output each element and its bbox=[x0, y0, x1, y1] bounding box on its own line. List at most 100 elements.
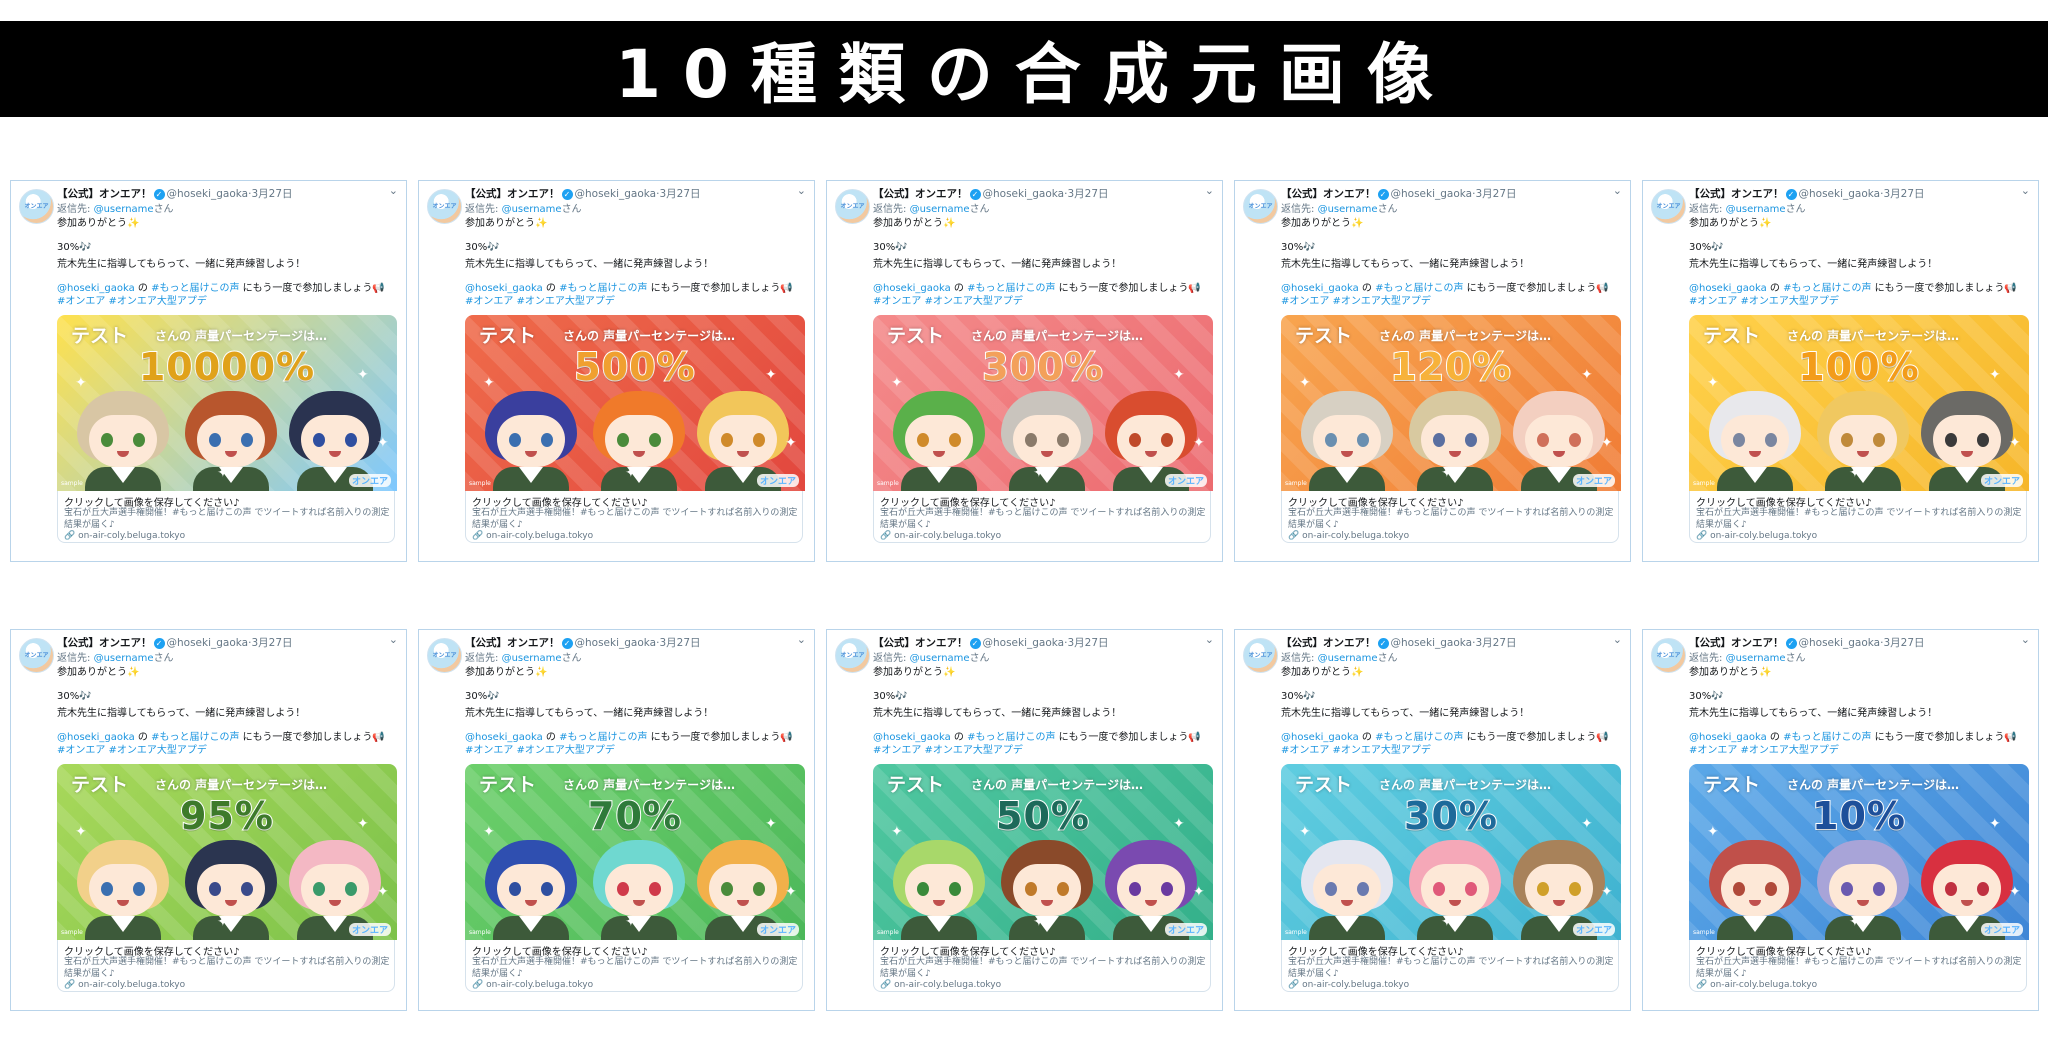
tweet-card[interactable]: オンエア 【公式】オンエア！ ✓ @hoseki_gaoka·3月27日 ⌄ 返信先: @… bbox=[10, 180, 407, 562]
chevron-down-icon[interactable]: ⌄ bbox=[1205, 184, 1214, 197]
account-avatar[interactable]: オンエア bbox=[19, 638, 54, 673]
result-image[interactable]: テスト さんの 声量パーセンテージは… 70% ✦ ✦ ✦ ✦ オンエア sample bbox=[465, 764, 805, 940]
link-card-url[interactable]: 🔗 on-air-coly.beluga.tokyo bbox=[1696, 980, 1817, 990]
link-card-url[interactable]: 🔗 on-air-coly.beluga.tokyo bbox=[64, 980, 185, 990]
handle[interactable]: @hoseki_gaoka bbox=[1799, 637, 1881, 649]
tweet-card[interactable]: オンエア 【公式】オンエア！ ✓ @hoseki_gaoka·3月27日 ⌄ 返信先: @… bbox=[418, 629, 815, 1011]
link-card-footer[interactable]: クリックして画像を保存してください♪ 宝石が丘大声選手権開催！#もっと届けこの声 … bbox=[57, 940, 395, 992]
link-card-footer[interactable]: クリックして画像を保存してください♪ 宝石が丘大声選手権開催！#もっと届けこの声 … bbox=[1689, 940, 2027, 992]
account-avatar[interactable]: オンエア bbox=[835, 189, 870, 224]
result-image[interactable]: テスト さんの 声量パーセンテージは… 300% ✦ ✦ ✦ ✦ オンエア sample bbox=[873, 315, 1213, 491]
tweet-date[interactable]: 3月27日 bbox=[659, 637, 700, 649]
account-avatar[interactable]: オンエア bbox=[1651, 189, 1686, 224]
tweet-card[interactable]: オンエア 【公式】オンエア！ ✓ @hoseki_gaoka·3月27日 ⌄ 返信先: @… bbox=[1234, 629, 1631, 1011]
display-name[interactable]: 【公式】オンエア！ bbox=[873, 637, 968, 649]
link-card-url[interactable]: 🔗 on-air-coly.beluga.tokyo bbox=[64, 531, 185, 541]
handle[interactable]: @hoseki_gaoka bbox=[575, 188, 657, 200]
link-card-footer[interactable]: クリックして画像を保存してください♪ 宝石が丘大声選手権開催！#もっと届けこの声 … bbox=[1281, 491, 1619, 543]
display-name[interactable]: 【公式】オンエア！ bbox=[873, 188, 968, 200]
tweet-card[interactable]: オンエア 【公式】オンエア！ ✓ @hoseki_gaoka·3月27日 ⌄ 返信先: @… bbox=[10, 629, 407, 1011]
chevron-down-icon[interactable]: ⌄ bbox=[389, 184, 398, 197]
link-card-footer[interactable]: クリックして画像を保存してください♪ 宝石が丘大声選手権開催！#もっと届けこの声 … bbox=[873, 940, 1211, 992]
link-card-url[interactable]: 🔗 on-air-coly.beluga.tokyo bbox=[1288, 980, 1409, 990]
tweet-date[interactable]: 3月27日 bbox=[1475, 188, 1516, 200]
handle[interactable]: @hoseki_gaoka bbox=[575, 637, 657, 649]
handle[interactable]: @hoseki_gaoka bbox=[983, 637, 1065, 649]
link-card-footer[interactable]: クリックして画像を保存してください♪ 宝石が丘大声選手権開催！#もっと届けこの声 … bbox=[57, 491, 395, 543]
result-image[interactable]: テスト さんの 声量パーセンテージは… 30% ✦ ✦ ✦ ✦ オンエア sample bbox=[1281, 764, 1621, 940]
hashtags-link[interactable]: #オンエア #オンエア大型アプデ bbox=[465, 292, 615, 307]
result-image[interactable]: テスト さんの 声量パーセンテージは… 120% ✦ ✦ ✦ ✦ オンエア sample bbox=[1281, 315, 1621, 491]
hashtags-link[interactable]: #オンエア #オンエア大型アプデ bbox=[465, 741, 615, 756]
account-avatar[interactable]: オンエア bbox=[1243, 638, 1278, 673]
account-avatar[interactable]: オンエア bbox=[427, 189, 462, 224]
link-card-footer[interactable]: クリックして画像を保存してください♪ 宝石が丘大声選手権開催！#もっと届けこの声 … bbox=[465, 491, 803, 543]
handle[interactable]: @hoseki_gaoka bbox=[167, 188, 249, 200]
hashtags-link[interactable]: #オンエア #オンエア大型アプデ bbox=[57, 292, 207, 307]
link-card-footer[interactable]: クリックして画像を保存してください♪ 宝石が丘大声選手権開催！#もっと届けこの声 … bbox=[1281, 940, 1619, 992]
account-avatar[interactable]: オンエア bbox=[835, 638, 870, 673]
link-card-url[interactable]: 🔗 on-air-coly.beluga.tokyo bbox=[880, 531, 1001, 541]
link-card-url[interactable]: 🔗 on-air-coly.beluga.tokyo bbox=[472, 531, 593, 541]
account-avatar[interactable]: オンエア bbox=[427, 638, 462, 673]
tweet-card[interactable]: オンエア 【公式】オンエア！ ✓ @hoseki_gaoka·3月27日 ⌄ 返信先: @… bbox=[826, 629, 1223, 1011]
tweet-date[interactable]: 3月27日 bbox=[251, 188, 292, 200]
result-image[interactable]: テスト さんの 声量パーセンテージは… 500% ✦ ✦ ✦ ✦ オンエア sample bbox=[465, 315, 805, 491]
handle[interactable]: @hoseki_gaoka bbox=[1799, 188, 1881, 200]
hashtags-link[interactable]: #オンエア #オンエア大型アプデ bbox=[57, 741, 207, 756]
tweet-date[interactable]: 3月27日 bbox=[251, 637, 292, 649]
display-name[interactable]: 【公式】オンエア！ bbox=[1689, 188, 1784, 200]
display-name[interactable]: 【公式】オンエア！ bbox=[465, 188, 560, 200]
tweet-card[interactable]: オンエア 【公式】オンエア！ ✓ @hoseki_gaoka·3月27日 ⌄ 返信先: @… bbox=[418, 180, 815, 562]
display-name[interactable]: 【公式】オンエア！ bbox=[1689, 637, 1784, 649]
tweet-card[interactable]: オンエア 【公式】オンエア！ ✓ @hoseki_gaoka·3月27日 ⌄ 返信先: @… bbox=[826, 180, 1223, 562]
tweet-date[interactable]: 3月27日 bbox=[1883, 188, 1924, 200]
link-card-url[interactable]: 🔗 on-air-coly.beluga.tokyo bbox=[472, 980, 593, 990]
result-image[interactable]: テスト さんの 声量パーセンテージは… 10% ✦ ✦ ✦ ✦ オンエア sample bbox=[1689, 764, 2029, 940]
tweet-card[interactable]: オンエア 【公式】オンエア！ ✓ @hoseki_gaoka·3月27日 ⌄ 返信先: @… bbox=[1642, 629, 2039, 1011]
account-avatar[interactable]: オンエア bbox=[1651, 638, 1686, 673]
handle[interactable]: @hoseki_gaoka bbox=[167, 637, 249, 649]
tweet-date[interactable]: 3月27日 bbox=[1475, 637, 1516, 649]
account-avatar[interactable]: オンエア bbox=[1243, 189, 1278, 224]
chevron-down-icon[interactable]: ⌄ bbox=[1613, 184, 1622, 197]
link-card-footer[interactable]: クリックして画像を保存してください♪ 宝石が丘大声選手権開催！#もっと届けこの声 … bbox=[873, 491, 1211, 543]
hashtags-link[interactable]: #オンエア #オンエア大型アプデ bbox=[873, 741, 1023, 756]
tweet-card[interactable]: オンエア 【公式】オンエア！ ✓ @hoseki_gaoka·3月27日 ⌄ 返信先: @… bbox=[1642, 180, 2039, 562]
display-name[interactable]: 【公式】オンエア！ bbox=[1281, 188, 1376, 200]
result-image[interactable]: テスト さんの 声量パーセンテージは… 95% ✦ ✦ ✦ ✦ オンエア sample bbox=[57, 764, 397, 940]
account-avatar[interactable]: オンエア bbox=[19, 189, 54, 224]
link-card-footer[interactable]: クリックして画像を保存してください♪ 宝石が丘大声選手権開催！#もっと届けこの声 … bbox=[1689, 491, 2027, 543]
handle[interactable]: @hoseki_gaoka bbox=[983, 188, 1065, 200]
tweet-date[interactable]: 3月27日 bbox=[1883, 637, 1924, 649]
chevron-down-icon[interactable]: ⌄ bbox=[1205, 633, 1214, 646]
chevron-down-icon[interactable]: ⌄ bbox=[797, 184, 806, 197]
tweet-date[interactable]: 3月27日 bbox=[659, 188, 700, 200]
hashtags-link[interactable]: #オンエア #オンエア大型アプデ bbox=[1281, 292, 1431, 307]
tweet-date[interactable]: 3月27日 bbox=[1067, 188, 1108, 200]
result-image[interactable]: テスト さんの 声量パーセンテージは… 50% ✦ ✦ ✦ ✦ オンエア sample bbox=[873, 764, 1213, 940]
chevron-down-icon[interactable]: ⌄ bbox=[2021, 633, 2030, 646]
tweet-date[interactable]: 3月27日 bbox=[1067, 637, 1108, 649]
chevron-down-icon[interactable]: ⌄ bbox=[2021, 184, 2030, 197]
display-name[interactable]: 【公式】オンエア！ bbox=[57, 637, 152, 649]
link-card-url[interactable]: 🔗 on-air-coly.beluga.tokyo bbox=[1696, 531, 1817, 541]
handle[interactable]: @hoseki_gaoka bbox=[1391, 188, 1473, 200]
hashtags-link[interactable]: #オンエア #オンエア大型アプデ bbox=[1281, 741, 1431, 756]
display-name[interactable]: 【公式】オンエア！ bbox=[1281, 637, 1376, 649]
link-card-footer[interactable]: クリックして画像を保存してください♪ 宝石が丘大声選手権開催！#もっと届けこの声 … bbox=[465, 940, 803, 992]
link-card-url[interactable]: 🔗 on-air-coly.beluga.tokyo bbox=[1288, 531, 1409, 541]
hashtags-link[interactable]: #オンエア #オンエア大型アプデ bbox=[873, 292, 1023, 307]
hashtags-link[interactable]: #オンエア #オンエア大型アプデ bbox=[1689, 741, 1839, 756]
display-name[interactable]: 【公式】オンエア！ bbox=[465, 637, 560, 649]
handle[interactable]: @hoseki_gaoka bbox=[1391, 637, 1473, 649]
link-card-url[interactable]: 🔗 on-air-coly.beluga.tokyo bbox=[880, 980, 1001, 990]
display-name[interactable]: 【公式】オンエア！ bbox=[57, 188, 152, 200]
chevron-down-icon[interactable]: ⌄ bbox=[1613, 633, 1622, 646]
result-image[interactable]: テスト さんの 声量パーセンテージは… 100% ✦ ✦ ✦ ✦ オンエア sample bbox=[1689, 315, 2029, 491]
chevron-down-icon[interactable]: ⌄ bbox=[797, 633, 806, 646]
chevron-down-icon[interactable]: ⌄ bbox=[389, 633, 398, 646]
result-image[interactable]: テスト さんの 声量パーセンテージは… 10000% ✦ ✦ ✦ ✦ オンエア sample bbox=[57, 315, 397, 491]
tweet-card[interactable]: オンエア 【公式】オンエア！ ✓ @hoseki_gaoka·3月27日 ⌄ 返信先: @… bbox=[1234, 180, 1631, 562]
hashtags-link[interactable]: #オンエア #オンエア大型アプデ bbox=[1689, 292, 1839, 307]
